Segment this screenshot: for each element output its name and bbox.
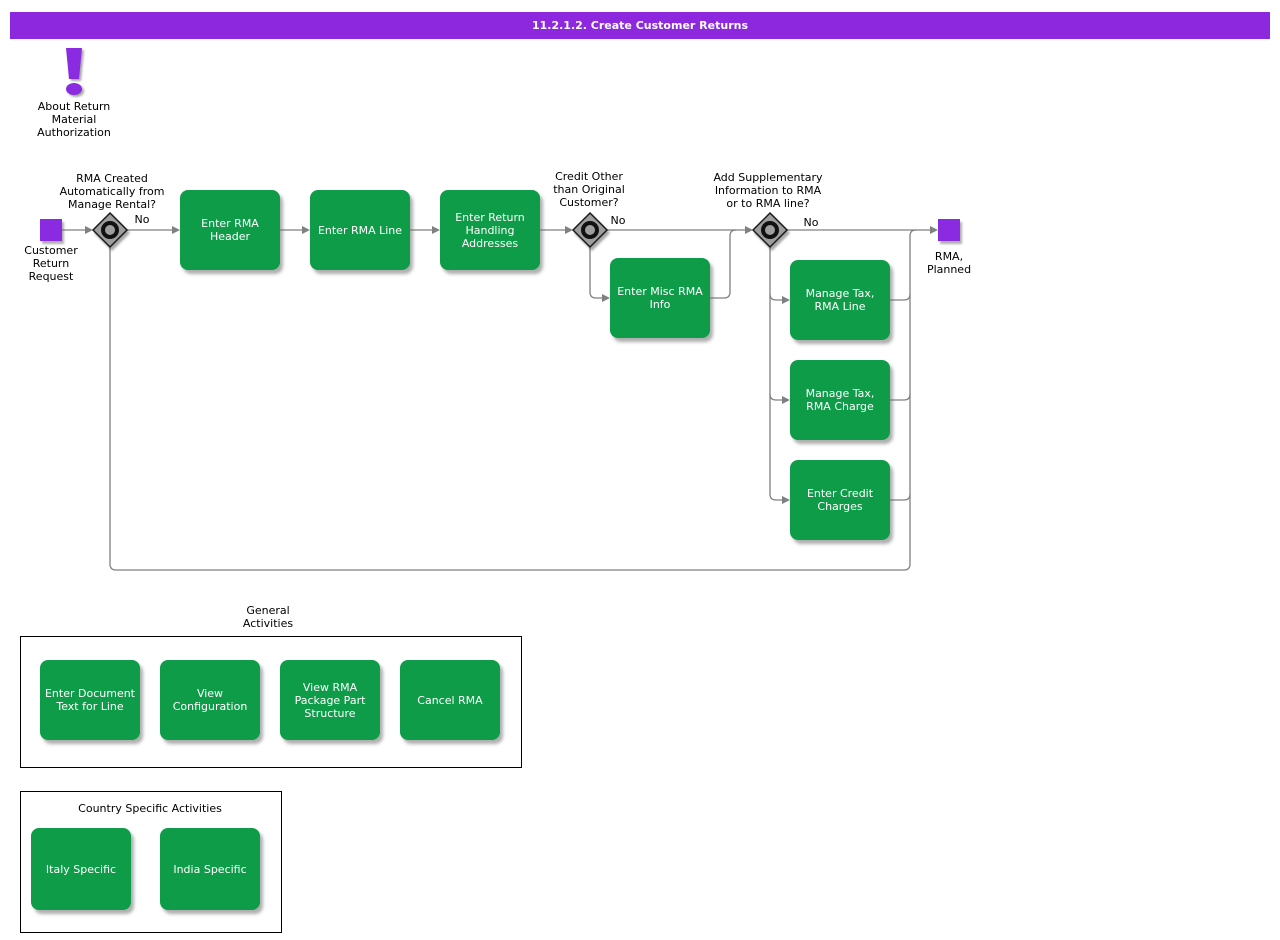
connector-branch-tax-line [770,294,782,300]
activity-label: View Configuration [170,687,251,713]
activity-enter-return-handling-addresses[interactable]: Enter Return Handling Addresses [440,190,540,270]
activity-label: Manage Tax, RMA Charge [803,387,878,413]
start-event-label: Customer Return Request [6,244,96,283]
arrowhead [930,226,938,234]
activity-label: Enter Credit Charges [804,487,876,513]
activity-view-rma-package-part-structure[interactable]: View RMA Package Part Structure [280,660,380,740]
arrowhead [745,226,753,234]
decision-diamond-rma-created [93,213,127,247]
activity-enter-rma-header[interactable]: Enter RMA Header [180,190,280,270]
activity-label: Enter RMA Line [315,224,405,237]
connector-decision1-bypass [110,247,904,570]
decision-diamond-add-supplementary [753,213,787,247]
end-event-rma-planned[interactable] [938,219,960,241]
activity-label: View RMA Package Part Structure [292,681,369,720]
activity-manage-tax-rma-line[interactable]: Manage Tax, RMA Line [790,260,890,340]
activity-label: Italy Specific [43,863,119,876]
arrowhead [432,226,440,234]
activity-india-specific[interactable]: India Specific [160,828,260,910]
arrowhead [302,226,310,234]
decision2-label: Credit Other than Original Customer? [529,170,649,209]
activity-label: Enter Return Handling Addresses [452,211,528,250]
connector-decision3-branch [770,247,782,500]
activity-italy-specific[interactable]: Italy Specific [31,828,131,910]
arrowhead [172,226,180,234]
activity-label: Enter Document Text for Line [42,687,138,713]
activity-label: Cancel RMA [414,694,485,707]
decision1-branch-label: No [130,213,154,226]
decision-diamond-credit-other [573,213,607,247]
activity-label: Manage Tax, RMA Line [803,287,878,313]
end-event-label: RMA, Planned [909,250,989,276]
activity-manage-tax-rma-charge[interactable]: Manage Tax, RMA Charge [790,360,890,440]
activity-view-configuration[interactable]: View Configuration [160,660,260,740]
arrowhead [782,296,790,304]
activity-enter-misc-rma-info[interactable]: Enter Misc RMA Info [610,258,710,338]
connector-tax-charge-return [890,394,910,400]
process-diagram-page: 11.2.1.2. Create Customer Returns About … [0,0,1280,940]
arrowhead [602,294,610,302]
connector-tax-line-return [890,294,910,300]
connector-decision2-to-misc [590,247,602,298]
general-activities-title: General Activities [218,604,318,630]
decision2-branch-label: No [606,214,630,227]
arrowhead [782,396,790,404]
connector-branch-tax-charge [770,394,782,400]
decision3-branch-label: No [799,216,823,229]
activity-enter-credit-charges[interactable]: Enter Credit Charges [790,460,890,540]
activity-label: Enter RMA Header [198,217,262,243]
arrowhead [565,226,573,234]
decision3-label: Add Supplementary Information to RMA or … [693,171,843,210]
country-specific-activities-title: Country Specific Activities [20,802,280,815]
arrowhead [85,226,93,234]
activity-label: Enter Misc RMA Info [614,285,706,311]
connector-misc-return [710,230,736,298]
activity-label: India Specific [170,863,249,876]
activity-enter-rma-line[interactable]: Enter RMA Line [310,190,410,270]
connector-credit-return [890,494,910,500]
activity-cancel-rma[interactable]: Cancel RMA [400,660,500,740]
arrowhead [782,496,790,504]
start-event-customer-return-request[interactable] [40,219,62,241]
activity-enter-document-text-for-line[interactable]: Enter Document Text for Line [40,660,140,740]
decision1-label: RMA Created Automatically from Manage Re… [32,172,192,211]
